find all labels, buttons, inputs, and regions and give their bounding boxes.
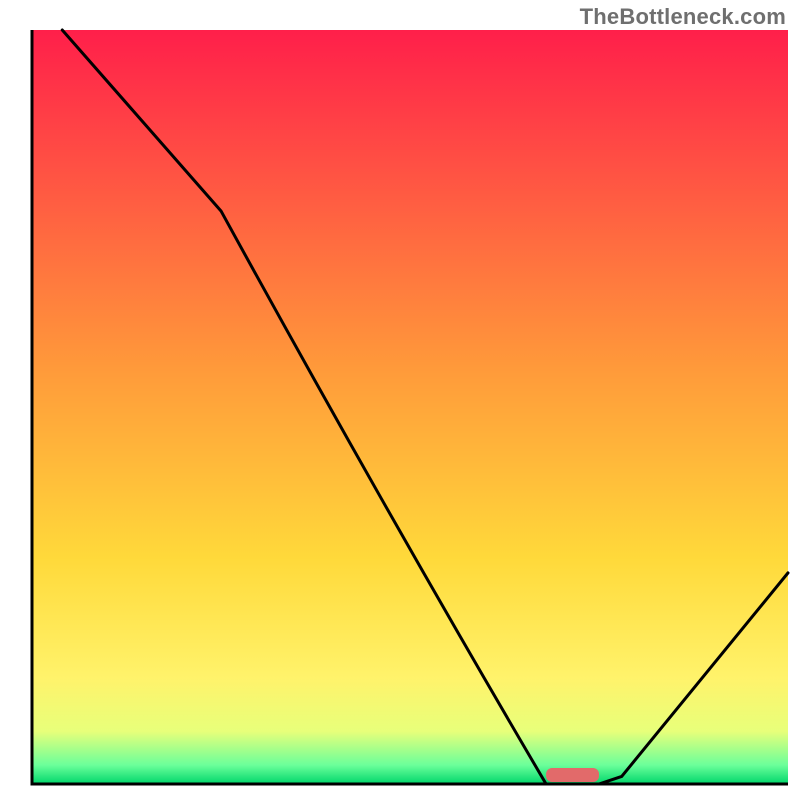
- bottleneck-marker: [546, 768, 599, 782]
- chart-container: TheBottleneck.com: [0, 0, 800, 800]
- bottleneck-chart: [0, 0, 800, 800]
- plot-background: [32, 30, 788, 784]
